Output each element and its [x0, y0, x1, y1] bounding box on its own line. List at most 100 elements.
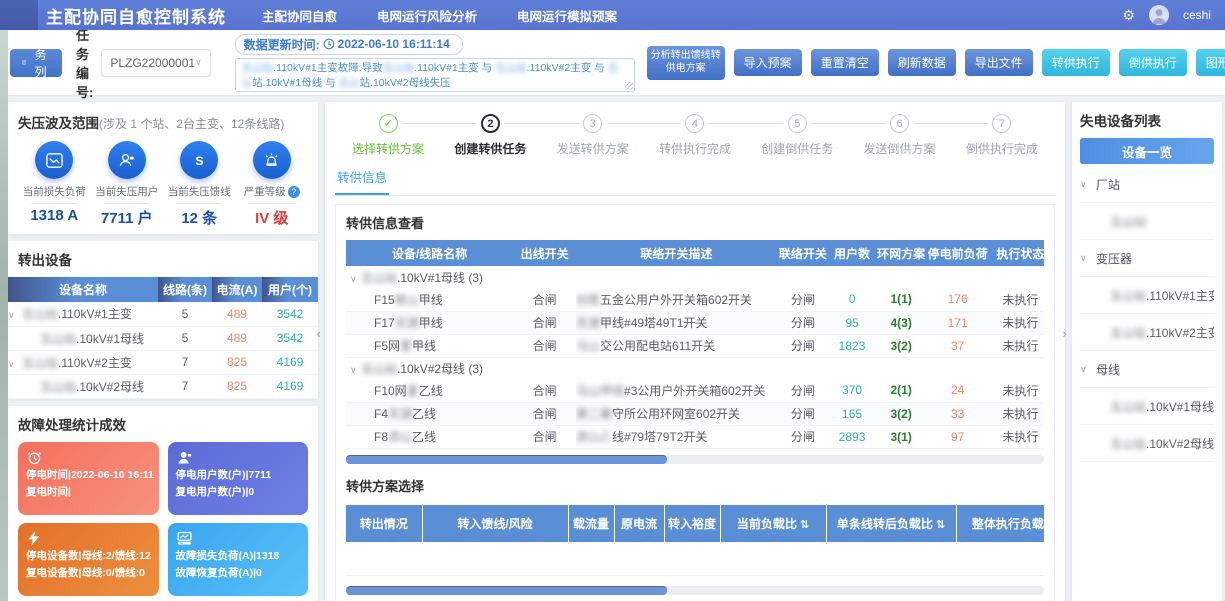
column-header[interactable]: 整体执行负载比⇅	[956, 505, 1044, 542]
tree-item[interactable]: 五山站	[1080, 203, 1214, 240]
help-icon[interactable]: ?	[288, 186, 300, 198]
table-row[interactable]: F17天湖甲线合闸天湖甲线#49塔49T1开关分闸954(3)171未执行F7天…	[346, 311, 1044, 334]
table-row[interactable]: ∨五山站.110kV#2主变78254169	[8, 350, 318, 374]
username[interactable]: ceshi	[1183, 8, 1211, 22]
chevron-down-icon[interactable]: ∨	[8, 310, 22, 321]
text: 489	[227, 307, 247, 321]
toolbar-button-cyan-2[interactable]: 图形分析	[1196, 49, 1225, 76]
tree-group-label: 厂站	[1096, 176, 1120, 193]
tree-item[interactable]: 五山站.110kV#1主变	[1080, 277, 1214, 314]
text: 当前负载比	[737, 517, 797, 531]
toolbar-button-cyan-1[interactable]: 倒供执行	[1119, 49, 1187, 76]
table-row[interactable]: ∨五山站.110kV#1主变54893542	[8, 302, 318, 326]
gear-icon[interactable]: ⚙	[1122, 7, 1135, 24]
cell-tie-switch: 分闸	[777, 379, 829, 402]
cell-feeder-name: F15联山甲线	[346, 288, 513, 311]
text: 单条线转后负载比	[837, 517, 933, 531]
column-header-label: 当前负载比	[737, 517, 797, 531]
group-name: 五山站.10kV#1母线 (3)	[361, 271, 483, 285]
chevron-down-icon: ∨	[1080, 253, 1096, 264]
text: F5网	[374, 339, 400, 353]
tree-item[interactable]: 五山站.10kV#2母线	[1080, 425, 1214, 462]
redacted-text: 五山站	[22, 307, 58, 321]
text: 线#79塔79T2开关	[612, 430, 707, 444]
table-row[interactable]: F15联山甲线合闸创意五金公用户外开关箱602开关分闸01(1)176未执行F1…	[346, 288, 1044, 311]
nav-menu-1[interactable]: 电网运行风险分析	[377, 6, 477, 25]
toolbar-button-blue-2[interactable]: 重置清空	[811, 49, 879, 76]
impact-stat-value: 1318 A	[30, 207, 78, 224]
redacted-text: 五山站	[40, 332, 76, 346]
collapse-right-icon[interactable]: ›	[1059, 318, 1070, 348]
text: 执行状态	[996, 247, 1044, 261]
column-header[interactable]: 单条线转后负载比⇅	[826, 505, 956, 542]
scrollbar-thumb[interactable]	[346, 455, 667, 464]
nav-menu-2[interactable]: 电网运行模拟预案	[517, 6, 617, 25]
cell-tie-switch: 分闸	[777, 288, 829, 311]
text: 165	[842, 407, 862, 421]
toolbar-button-blue-4[interactable]: 导出文件	[965, 49, 1033, 76]
text: (涉及 1 个站、2台主变、12条线路)	[99, 117, 284, 131]
plan-table-title: 转供方案选择	[346, 476, 1044, 495]
nav-menu-0[interactable]: 主配协同自愈	[262, 6, 337, 25]
text: 联络开关	[779, 247, 827, 261]
text: 分闸	[791, 293, 815, 307]
text: 97	[951, 430, 964, 444]
toolbar-button-blue-0[interactable]: 分析转出馈线转供电方案	[647, 46, 725, 80]
text: 图形分析	[1206, 56, 1225, 70]
group-row[interactable]: ∨五山站.10kV#2母线 (3)	[346, 357, 1044, 379]
text: 176	[948, 292, 968, 306]
fault-description-textarea[interactable]: 五山站.110kV#1主变故障:导致五山站.110kV#1主变 与 五山站.11…	[235, 58, 635, 92]
plan-table-header-row: 转出情况转入馈线/风险载流量原电流转入裕度当前负载比⇅单条线转后负载比⇅整体执行…	[346, 505, 1044, 542]
table-row[interactable]: F10网夏乙线合闸马山甲线#3公用户外开关箱602开关分闸3702(1)24未执…	[346, 379, 1044, 402]
toolbar-button-cyan-0[interactable]: 转供执行	[1042, 49, 1110, 76]
task-list-button[interactable]: 任务列表	[10, 49, 62, 77]
chevron-down-icon[interactable]: ∨	[346, 274, 361, 285]
toolbar-button-blue-1[interactable]: 导入预案	[734, 49, 802, 76]
redacted-text: 五山站	[40, 380, 76, 394]
text: ⇅	[800, 519, 809, 531]
text: 停电设备数|母线:2/馈线:12	[26, 550, 151, 562]
group-row[interactable]: ∨五山站.10kV#1母线 (3)	[346, 266, 1044, 288]
column-header[interactable]: 当前负载比⇅	[720, 505, 826, 542]
text: ceshi	[1183, 8, 1211, 22]
device-overview-header[interactable]: 设备一览	[1080, 138, 1214, 164]
cell-pre-outage-load: 24	[927, 379, 988, 402]
tree-item[interactable]: 五山站.110kV#2主变	[1080, 314, 1214, 351]
text: F8	[374, 430, 388, 444]
toolbar-button-blue-3[interactable]: 刷新数据	[888, 49, 956, 76]
tab-transfer-info[interactable]: 转供信息	[335, 167, 389, 195]
collapse-left-icon[interactable]: ‹	[313, 318, 324, 348]
cell-feeder-name: F8虎山乙线	[346, 425, 513, 448]
column-header: 线路(条)	[158, 277, 212, 302]
scrollbar-thumb[interactable]	[346, 586, 667, 595]
info-table-title: 转供信息查看	[346, 213, 1044, 232]
text: 停电前负荷	[928, 247, 988, 261]
text: 370	[842, 383, 862, 397]
impact-stat-label: 严重等级?	[244, 184, 300, 199]
tree-group-2[interactable]: ∨母线	[1080, 351, 1214, 388]
tree-group-1[interactable]: ∨变压器	[1080, 240, 1214, 277]
tree-group-0[interactable]: ∨厂站	[1080, 166, 1214, 203]
table-row[interactable]: 五山站.10kV#2母线78254169	[8, 374, 318, 398]
chevron-down-icon[interactable]: ∨	[8, 359, 22, 370]
table-row[interactable]: F5网夏甲线合闸马山交公用配电站611开关分闸18233(2)37未执行F16马…	[346, 334, 1044, 357]
table-row[interactable]: F8虎山乙线合闸虎山乙线#79塔79T2开关分闸28933(1)97未执行F5和…	[346, 425, 1044, 448]
table-row[interactable]: F4天湖乙线合闸第二看守所公用环网室602开关分闸1653(2)33未执行F8看…	[346, 402, 1044, 425]
text: 4169	[277, 355, 304, 369]
redacted-text: 五山	[339, 77, 360, 89]
sort-icon[interactable]: ⇅	[800, 519, 809, 531]
chevron-down-icon[interactable]: ∨	[346, 365, 361, 376]
task-no-select[interactable]: PLZG22000001 ∨	[101, 49, 210, 77]
tree-item[interactable]: 五山站.10kV#1母线	[1080, 388, 1214, 425]
text: 0	[849, 292, 856, 306]
text: 转出情况	[360, 517, 408, 531]
cell-tie-switch-desc: 马山交公用配电站611开关	[576, 334, 777, 357]
cell-device-name: ∨五山站.110kV#1主变	[8, 302, 158, 326]
table-row[interactable]: 五山站.10kV#1母线54893542	[8, 326, 318, 350]
logo	[0, 0, 38, 30]
sort-icon[interactable]: ⇅	[936, 519, 945, 531]
impact-stat-label: 当前损失负荷	[23, 184, 86, 199]
step-5: 5创建倒供任务	[746, 114, 848, 157]
avatar[interactable]	[1149, 5, 1169, 25]
text: 当前失压馈线	[168, 184, 231, 199]
